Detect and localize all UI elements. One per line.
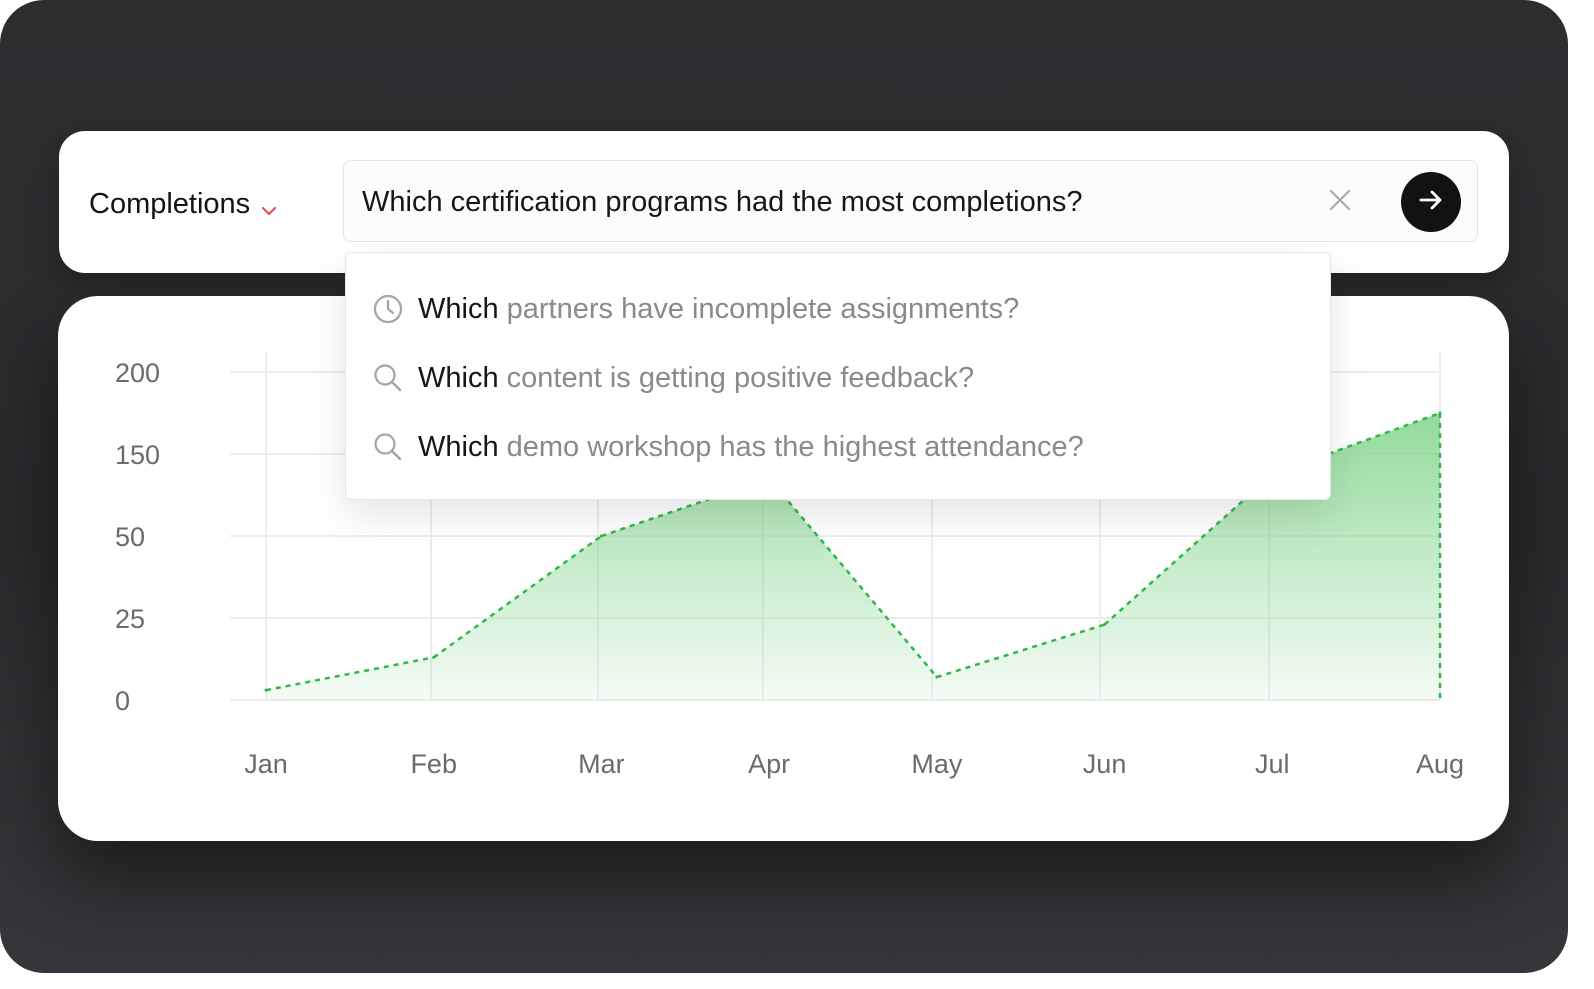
data-point <box>935 675 939 679</box>
suggestion-lead: Which <box>418 292 499 325</box>
x-tick-label: Jun <box>1083 749 1127 779</box>
clear-button[interactable] <box>1326 188 1354 216</box>
submit-button[interactable] <box>1401 172 1461 232</box>
x-tick-label: Jul <box>1255 749 1290 779</box>
close-icon <box>1328 188 1352 217</box>
y-tick-label: 50 <box>115 522 145 552</box>
y-tick-label: 0 <box>115 686 130 716</box>
suggestion-text: demo workshop has the highest attendance… <box>506 430 1084 463</box>
x-tick-label: Mar <box>578 749 625 779</box>
x-tick-label: Feb <box>410 749 457 779</box>
data-point <box>432 655 436 659</box>
x-tick-label: Aug <box>1416 749 1464 779</box>
x-tick-label: Apr <box>748 749 790 779</box>
search-input[interactable] <box>362 181 1302 223</box>
search-box <box>343 160 1478 242</box>
metric-selector[interactable]: Completions <box>89 187 278 221</box>
y-tick-label: 150 <box>115 440 160 470</box>
suggestion-text: content is getting positive feedback? <box>506 361 975 394</box>
data-point <box>599 534 603 538</box>
data-point <box>1103 623 1107 627</box>
suggestion-lead: Which <box>418 361 499 394</box>
data-point <box>1438 411 1442 415</box>
search-icon <box>372 362 404 394</box>
y-tick-label: 25 <box>115 604 145 634</box>
data-point <box>264 688 268 692</box>
suggestion-item[interactable]: Which demo workshop has the highest atte… <box>372 427 1084 467</box>
arrow-right-icon <box>1416 185 1446 220</box>
suggestion-item[interactable]: Which content is getting positive feedba… <box>372 358 974 398</box>
x-tick-label: May <box>911 749 963 779</box>
metric-label: Completions <box>89 187 251 220</box>
app-frame: Completions Which certification programs… <box>0 0 1568 973</box>
chevron-down-icon <box>260 195 278 215</box>
y-tick-label: 200 <box>115 358 160 388</box>
suggestion-lead: Which <box>418 430 499 463</box>
clock-icon <box>372 293 404 325</box>
suggestion-item[interactable]: Which partners have incomplete assignmen… <box>372 289 1019 329</box>
search-icon <box>372 431 404 463</box>
x-tick-label: Jan <box>244 749 288 779</box>
suggestion-text: partners have incomplete assignments? <box>506 292 1020 325</box>
suggestions-dropdown: Which partners have incomplete assignmen… <box>345 252 1331 500</box>
